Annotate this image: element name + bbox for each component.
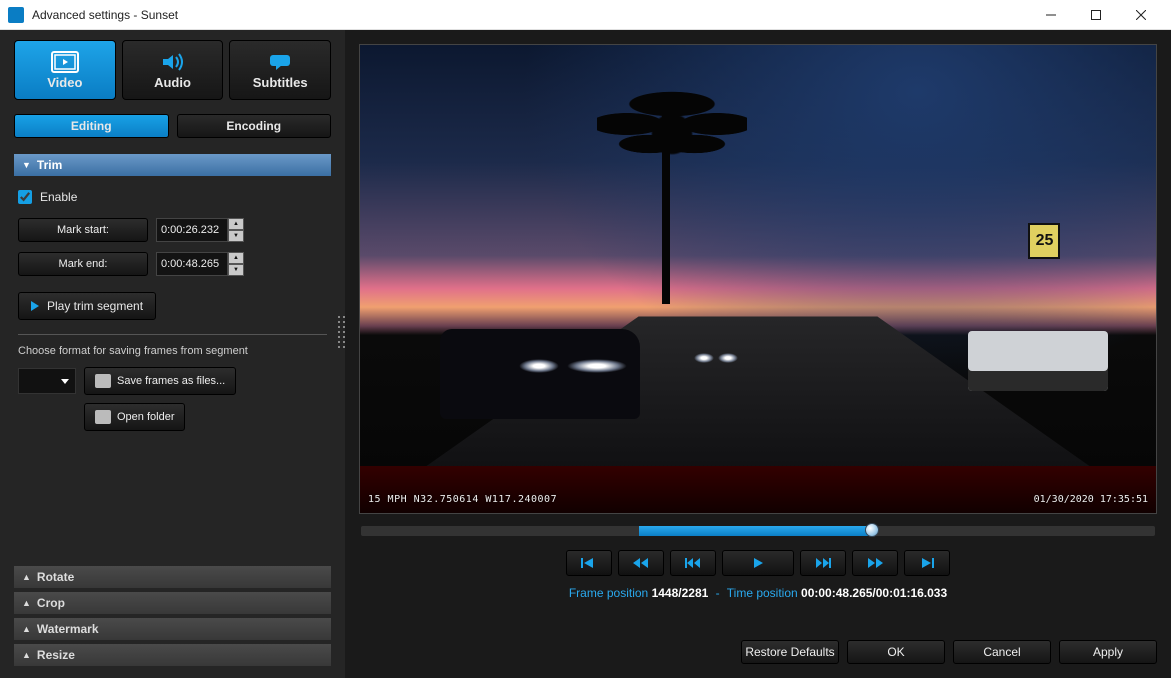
section-crop-label: Crop: [37, 596, 65, 610]
window-title: Advanced settings - Sunset: [32, 8, 1028, 22]
section-rotate-header[interactable]: ▲ Rotate: [14, 566, 331, 588]
section-crop-header[interactable]: ▲ Crop: [14, 592, 331, 614]
play-trim-label: Play trim segment: [47, 299, 143, 313]
maximize-button[interactable]: [1073, 0, 1118, 30]
save-frames-label: Save frames as files...: [117, 375, 225, 387]
chevron-down-icon: ▼: [22, 160, 31, 170]
overlay-timestamp: 01/30/2020 17:35:51: [1034, 494, 1148, 505]
tab-video[interactable]: Video: [14, 40, 116, 100]
section-rotate-label: Rotate: [37, 570, 74, 584]
speaker-icon: [159, 51, 187, 73]
playhead-thumb[interactable]: [865, 523, 879, 537]
format-hint: Choose format for saving frames from seg…: [18, 345, 327, 357]
fast-forward-button[interactable]: [852, 550, 898, 576]
time-position-label: Time position: [727, 586, 798, 600]
rewind-button[interactable]: [618, 550, 664, 576]
frame-position-label: Frame position: [569, 586, 648, 600]
chevron-up-icon: ▲: [22, 624, 31, 634]
frame-position-value: 1448/2281: [652, 586, 709, 600]
save-frames-button[interactable]: Save frames as files...: [84, 367, 236, 395]
sidebar: Video Audio Subtitles Editing Encoding ▼…: [0, 30, 345, 678]
video-preview[interactable]: 25 15 MPH N32.750614 W117.240007 01/30/2…: [359, 44, 1157, 514]
open-folder-label: Open folder: [117, 411, 174, 423]
section-resize-header[interactable]: ▲ Resize: [14, 644, 331, 666]
mark-start-spin-up[interactable]: ▲: [228, 218, 244, 230]
mark-end-spin-up[interactable]: ▲: [228, 252, 244, 264]
speed-sign: 25: [1028, 223, 1060, 259]
tab-subtitles[interactable]: Subtitles: [229, 40, 331, 100]
mark-end-spin-down[interactable]: ▼: [228, 264, 244, 276]
mark-end-input[interactable]: [156, 252, 228, 276]
app-icon: [8, 7, 24, 23]
skip-start-button[interactable]: [566, 550, 612, 576]
restore-defaults-button[interactable]: Restore Defaults: [741, 640, 839, 664]
next-frame-button[interactable]: [800, 550, 846, 576]
chevron-up-icon: ▲: [22, 572, 31, 582]
mark-start-input[interactable]: [156, 218, 228, 242]
save-icon: [95, 374, 111, 388]
subtitle-icon: [266, 51, 294, 73]
caret-down-icon: [61, 379, 69, 384]
close-button[interactable]: [1118, 0, 1163, 30]
tab-audio[interactable]: Audio: [122, 40, 224, 100]
timeline-slider[interactable]: [361, 526, 1155, 536]
splitter-handle[interactable]: [338, 316, 345, 348]
content-area: 25 15 MPH N32.750614 W117.240007 01/30/2…: [345, 30, 1171, 678]
tab-audio-label: Audio: [154, 75, 191, 90]
frame-info: Frame position 1448/2281 - Time position…: [359, 586, 1157, 600]
film-icon: [51, 51, 79, 73]
cancel-button[interactable]: Cancel: [953, 640, 1051, 664]
play-button[interactable]: [722, 550, 794, 576]
section-trim-label: Trim: [37, 158, 62, 172]
mark-start-spin-down[interactable]: ▼: [228, 230, 244, 242]
section-resize-label: Resize: [37, 648, 75, 662]
section-watermark-label: Watermark: [37, 622, 99, 636]
play-trim-segment-button[interactable]: Play trim segment: [18, 292, 156, 320]
enable-checkbox-row[interactable]: Enable: [18, 190, 327, 204]
subtab-editing[interactable]: Editing: [14, 114, 169, 138]
play-icon: [31, 301, 39, 311]
skip-end-button[interactable]: [904, 550, 950, 576]
minimize-button[interactable]: [1028, 0, 1073, 30]
trim-panel: Enable Mark start: ▲ ▼ Mark end: ▲: [14, 176, 331, 449]
tab-video-label: Video: [47, 75, 82, 90]
overlay-gps: 15 MPH N32.750614 W117.240007: [368, 494, 557, 505]
tab-subtitles-label: Subtitles: [253, 75, 308, 90]
apply-button[interactable]: Apply: [1059, 640, 1157, 664]
subtab-encoding[interactable]: Encoding: [177, 114, 332, 138]
time-position-value: 00:00:48.265/00:01:16.033: [801, 586, 947, 600]
section-watermark-header[interactable]: ▲ Watermark: [14, 618, 331, 640]
enable-label: Enable: [40, 190, 77, 204]
open-folder-button[interactable]: Open folder: [84, 403, 185, 431]
folder-icon: [95, 410, 111, 424]
chevron-up-icon: ▲: [22, 598, 31, 608]
mark-start-button[interactable]: Mark start:: [18, 218, 148, 242]
divider: [18, 334, 327, 335]
ok-button[interactable]: OK: [847, 640, 945, 664]
chevron-up-icon: ▲: [22, 650, 31, 660]
prev-frame-button[interactable]: [670, 550, 716, 576]
enable-checkbox[interactable]: [18, 190, 32, 204]
section-trim-header[interactable]: ▼ Trim: [14, 154, 331, 176]
trim-range: [639, 526, 869, 536]
format-select[interactable]: [18, 368, 76, 394]
titlebar: Advanced settings - Sunset: [0, 0, 1171, 30]
mark-end-button[interactable]: Mark end:: [18, 252, 148, 276]
